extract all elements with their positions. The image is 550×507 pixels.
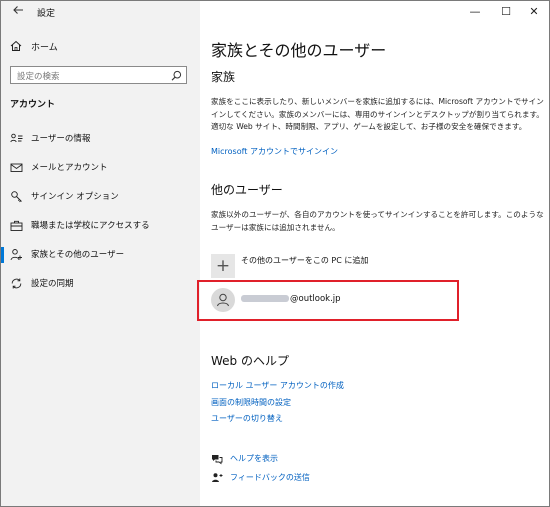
other-users-description: 家族以外のユーザーが、各自のアカウントを使ってサインインすることを許可します。こ… [211,210,544,232]
highlight-frame [197,280,459,321]
other-users-heading: 他のユーザー [211,183,283,197]
add-tile: + [211,254,235,278]
app-title: 設定 [37,9,56,19]
search-input[interactable]: 設定の検索 [10,66,187,84]
sidebar-item-mail[interactable]: メールとアカウント [1,157,200,179]
sidebar-item-label: 家族とその他のユーザー [31,250,125,260]
sidebar-item-home[interactable]: ホーム [9,38,194,56]
sync-icon [11,278,22,289]
sidebar-item-label: ユーザーの情報 [31,134,91,144]
back-button[interactable] [10,4,26,20]
add-other-user-button[interactable]: + その他のユーザーをこの PC に追加 [211,252,511,278]
sidebar-item-signin-options[interactable]: サインイン オプション [1,186,200,208]
sidebar-item-family-users[interactable]: 家族とその他のユーザー [1,244,200,266]
user-info-icon [10,133,23,143]
active-indicator [1,247,4,263]
briefcase-icon [10,220,23,231]
add-user-label: その他のユーザーをこの PC に追加 [241,256,369,265]
get-help-label: ヘルプを表示 [230,454,278,463]
settings-window: 設定 ホーム 設定の検索 アカウント ユーザーの情報 メールとアカウント サイン… [0,0,550,507]
feedback-icon [212,473,223,482]
sidebar-item-user-info[interactable]: ユーザーの情報 [1,128,200,150]
family-heading: 家族 [211,70,236,84]
section-label: アカウント [10,100,56,110]
web-help-heading: Web のヘルプ [211,354,289,368]
sidebar-item-label: 設定の同期 [31,279,74,289]
feedback-label: フィードバックの送信 [230,473,310,482]
plus-icon: + [215,256,231,276]
help-chat-icon [212,455,223,465]
minimize-button[interactable]: — [460,1,490,23]
microsoft-signin-link[interactable]: Microsoft アカウントでサインイン [211,146,338,157]
titlebar-left: 設定 [1,1,200,23]
family-description: 家族をここに表示したり、新しいメンバーを家族に追加するには、Microsoft … [211,97,544,131]
sidebar-item-sync[interactable]: 設定の同期 [1,273,200,295]
home-label: ホーム [31,43,58,53]
help-link-create-local-account[interactable]: ローカル ユーザー アカウントの作成 [211,380,344,391]
sidebar-item-label: サインイン オプション [31,192,119,202]
close-button[interactable]: ✕ [519,1,549,23]
sidebar: 設定 ホーム 設定の検索 アカウント ユーザーの情報 メールとアカウント サイン… [1,1,200,506]
page-title: 家族とその他のユーザー [211,41,387,60]
family-user-icon [10,249,22,261]
maximize-button[interactable]: ☐ [491,1,521,23]
search-icon[interactable] [171,70,182,81]
mail-icon [10,163,23,172]
back-arrow-icon [13,6,23,14]
sidebar-item-label: 職場または学校にアクセスする [31,221,150,231]
key-icon [11,191,22,203]
help-link-switch-user[interactable]: ユーザーの切り替え [211,413,283,424]
home-icon [10,40,22,51]
help-link-screen-time[interactable]: 画面の制限時間の設定 [211,397,291,408]
search-placeholder: 設定の検索 [17,72,60,82]
sidebar-item-work-school[interactable]: 職場または学校にアクセスする [1,215,200,237]
main-content: — ☐ ✕ 家族とその他のユーザー 家族 家族をここに表示したり、新しいメンバー… [200,1,549,506]
sidebar-item-label: メールとアカウント [31,163,108,173]
